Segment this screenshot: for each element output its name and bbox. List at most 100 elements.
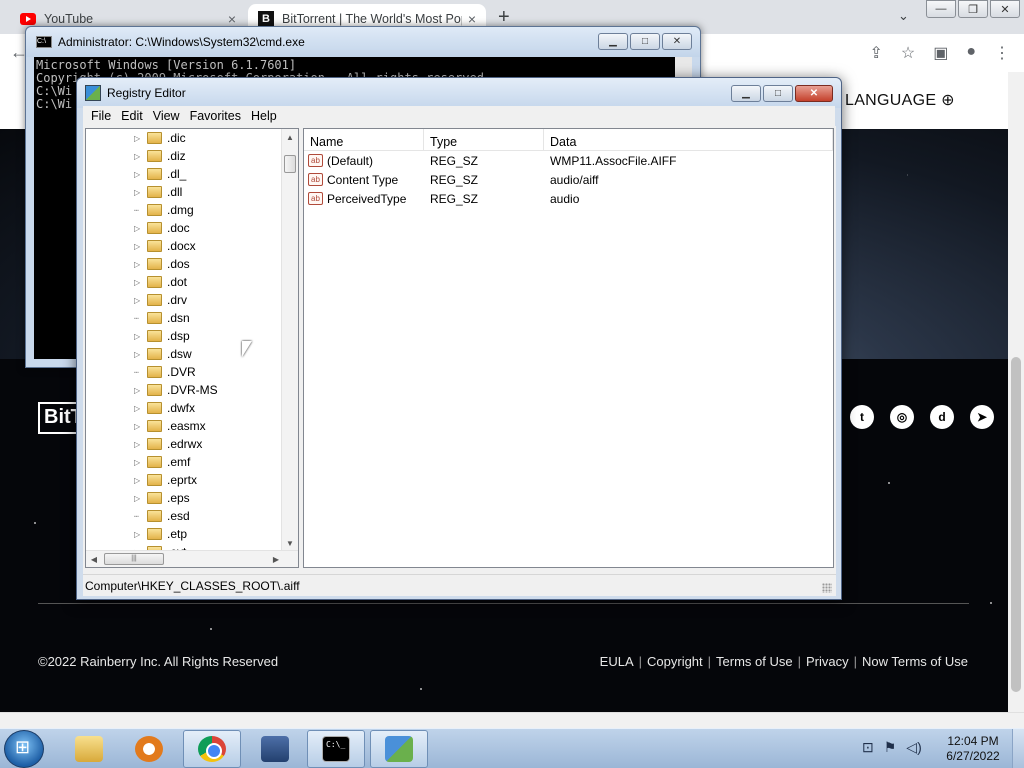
instagram-icon[interactable]: ◎ (890, 405, 914, 429)
taskbar-explorer[interactable] (60, 730, 118, 768)
menu-edit[interactable]: Edit (121, 109, 143, 123)
footer-link-privacy[interactable]: Privacy (806, 654, 849, 669)
menu-view[interactable]: View (153, 109, 180, 123)
expand-arrow-icon[interactable]: ▷ (134, 332, 142, 341)
tree-item[interactable]: ▷ .dos (86, 255, 283, 273)
expand-arrow-icon[interactable]: ▷ (134, 422, 142, 431)
tree-item[interactable]: ┄ .dmg (86, 201, 283, 219)
close-icon[interactable]: × (468, 11, 476, 27)
tree-item[interactable]: ▷ .DVR-MS (86, 381, 283, 399)
regedit-titlebar[interactable]: Registry Editor (77, 78, 841, 108)
menu-file[interactable]: File (91, 109, 111, 123)
column-header-name[interactable]: Name (304, 129, 424, 150)
volume-icon[interactable]: ◁) (906, 739, 921, 756)
taskbar-network[interactable] (246, 730, 304, 768)
tree-item[interactable]: ▷ .etp (86, 525, 283, 543)
maximize-button[interactable]: □ (630, 33, 660, 50)
tree-item[interactable]: ▷ .docx (86, 237, 283, 255)
tree-item[interactable]: ▷ .doc (86, 219, 283, 237)
tree-item[interactable]: ▷ .dwfx (86, 399, 283, 417)
value-row[interactable]: ab (Default) REG_SZ WMP11.AssocFile.AIFF (304, 151, 833, 170)
expand-arrow-icon[interactable]: ▷ (134, 224, 142, 233)
page-horizontal-scrollbar[interactable] (0, 712, 1024, 728)
expand-arrow-icon[interactable]: ▷ (134, 386, 142, 395)
page-vertical-scrollbar[interactable] (1008, 72, 1024, 712)
registry-editor-window[interactable]: Registry Editor ▁ □ ✕ File Edit View Fav… (76, 77, 842, 600)
profile-icon[interactable]: ● (966, 43, 976, 63)
close-button[interactable]: ✕ (990, 0, 1020, 18)
tree-item[interactable]: ▷ .edrwx (86, 435, 283, 453)
expand-arrow-icon[interactable]: ▷ (134, 188, 142, 197)
expand-arrow-icon[interactable]: ▷ (134, 242, 142, 251)
tree-vertical-scrollbar[interactable]: ▲ ▼ (281, 129, 298, 551)
tree-item[interactable]: ▷ .dll (86, 183, 283, 201)
taskbar-cmd[interactable]: C:\_ (307, 730, 365, 768)
minimize-button[interactable]: ▁ (731, 85, 761, 102)
expand-arrow-icon[interactable]: ▷ (134, 494, 142, 503)
tree-item[interactable]: ▷ .emf (86, 453, 283, 471)
share-icon[interactable]: ⇪ (869, 43, 882, 63)
tree-item[interactable]: ▷ .eprtx (86, 471, 283, 489)
expand-arrow-icon[interactable]: ▷ (134, 440, 142, 449)
expand-arrow-icon[interactable]: ▷ (134, 296, 142, 305)
footer-link-now-terms[interactable]: Now Terms of Use (862, 654, 968, 669)
scrollbar-thumb[interactable]: ||| (104, 553, 164, 565)
tree-item[interactable]: ┄ .esd (86, 507, 283, 525)
footer-link-terms[interactable]: Terms of Use (716, 654, 793, 669)
expand-arrow-icon[interactable]: ▷ (134, 278, 142, 287)
tree-item[interactable]: ┄ .dsn (86, 309, 283, 327)
tree-item[interactable]: ▷ .eps (86, 489, 283, 507)
footer-link-copyright[interactable]: Copyright (647, 654, 703, 669)
resize-grip-icon[interactable] (822, 583, 832, 593)
expand-arrow-icon[interactable]: ▷ (134, 260, 142, 269)
tree-item[interactable]: ┄ .DVR (86, 363, 283, 381)
tree-item[interactable]: ▷ .dsw (86, 345, 283, 363)
start-button[interactable] (4, 730, 44, 768)
star-icon[interactable]: ☆ (901, 43, 915, 63)
system-clock[interactable]: 12:04 PM 6/27/2022 (940, 734, 1006, 764)
tree-item[interactable]: ▷ .dl_ (86, 165, 283, 183)
expand-arrow-icon[interactable]: ▷ (134, 134, 142, 143)
scroll-left-icon[interactable]: ◀ (86, 551, 102, 567)
expand-arrow-icon[interactable]: ▷ (134, 350, 142, 359)
tree-item[interactable]: ▷ .dot (86, 273, 283, 291)
registry-tree[interactable]: ▷ .dic ▷ .diz ▷ .dl_ ▷ .dll ┄ .dmg ▷ .doc ▷ .docx ▷ .do… (85, 128, 299, 568)
show-desktop-button[interactable] (1012, 729, 1024, 768)
action-center-icon[interactable]: ⚑ (884, 739, 897, 756)
tree-item[interactable]: ▷ .dsp (86, 327, 283, 345)
scroll-down-icon[interactable]: ▼ (282, 535, 298, 551)
expand-arrow-icon[interactable]: ▷ (134, 530, 142, 539)
tree-item[interactable]: ▷ .dic (86, 129, 283, 147)
taskbar-regedit[interactable] (370, 730, 428, 768)
scroll-right-icon[interactable]: ▶ (268, 551, 284, 567)
language-link[interactable]: LANGUAGE ⊕ (845, 90, 955, 110)
sidebar-icon[interactable]: ▣ (933, 43, 948, 63)
minimize-button[interactable]: ▁ (598, 33, 628, 50)
telegram-icon[interactable]: ➤ (970, 405, 994, 429)
menu-help[interactable]: Help (251, 109, 277, 123)
minimize-button[interactable]: — (926, 0, 956, 18)
menu-icon[interactable]: ⋮ (994, 43, 1010, 63)
maximize-button[interactable]: □ (763, 85, 793, 102)
expand-arrow-icon[interactable]: ▷ (134, 170, 142, 179)
close-icon[interactable]: × (228, 11, 236, 27)
expand-arrow-icon[interactable]: ▷ (134, 458, 142, 467)
value-row[interactable]: ab PerceivedType REG_SZ audio (304, 189, 833, 208)
expand-arrow-icon[interactable]: ▷ (134, 152, 142, 161)
close-button[interactable]: ✕ (795, 85, 833, 102)
expand-arrow-icon[interactable]: ▷ (134, 476, 142, 485)
expand-arrow-icon[interactable]: ▷ (134, 404, 142, 413)
tree-horizontal-scrollbar[interactable]: ◀ ||| ▶ (86, 550, 298, 567)
menu-favorites[interactable]: Favorites (190, 109, 241, 123)
scrollbar-thumb[interactable] (1011, 357, 1021, 692)
discord-icon[interactable]: d (930, 405, 954, 429)
value-row[interactable]: ab Content Type REG_SZ audio/aiff (304, 170, 833, 189)
taskbar-media-player[interactable] (120, 730, 178, 768)
tree-item[interactable]: ▷ .diz (86, 147, 283, 165)
close-button[interactable]: ✕ (662, 33, 692, 50)
column-header-type[interactable]: Type (424, 129, 544, 150)
tree-item[interactable]: ▷ .drv (86, 291, 283, 309)
maximize-button[interactable]: ❐ (958, 0, 988, 18)
chevron-down-icon[interactable]: ⌄ (898, 8, 909, 24)
scroll-up-icon[interactable]: ▲ (282, 129, 298, 145)
